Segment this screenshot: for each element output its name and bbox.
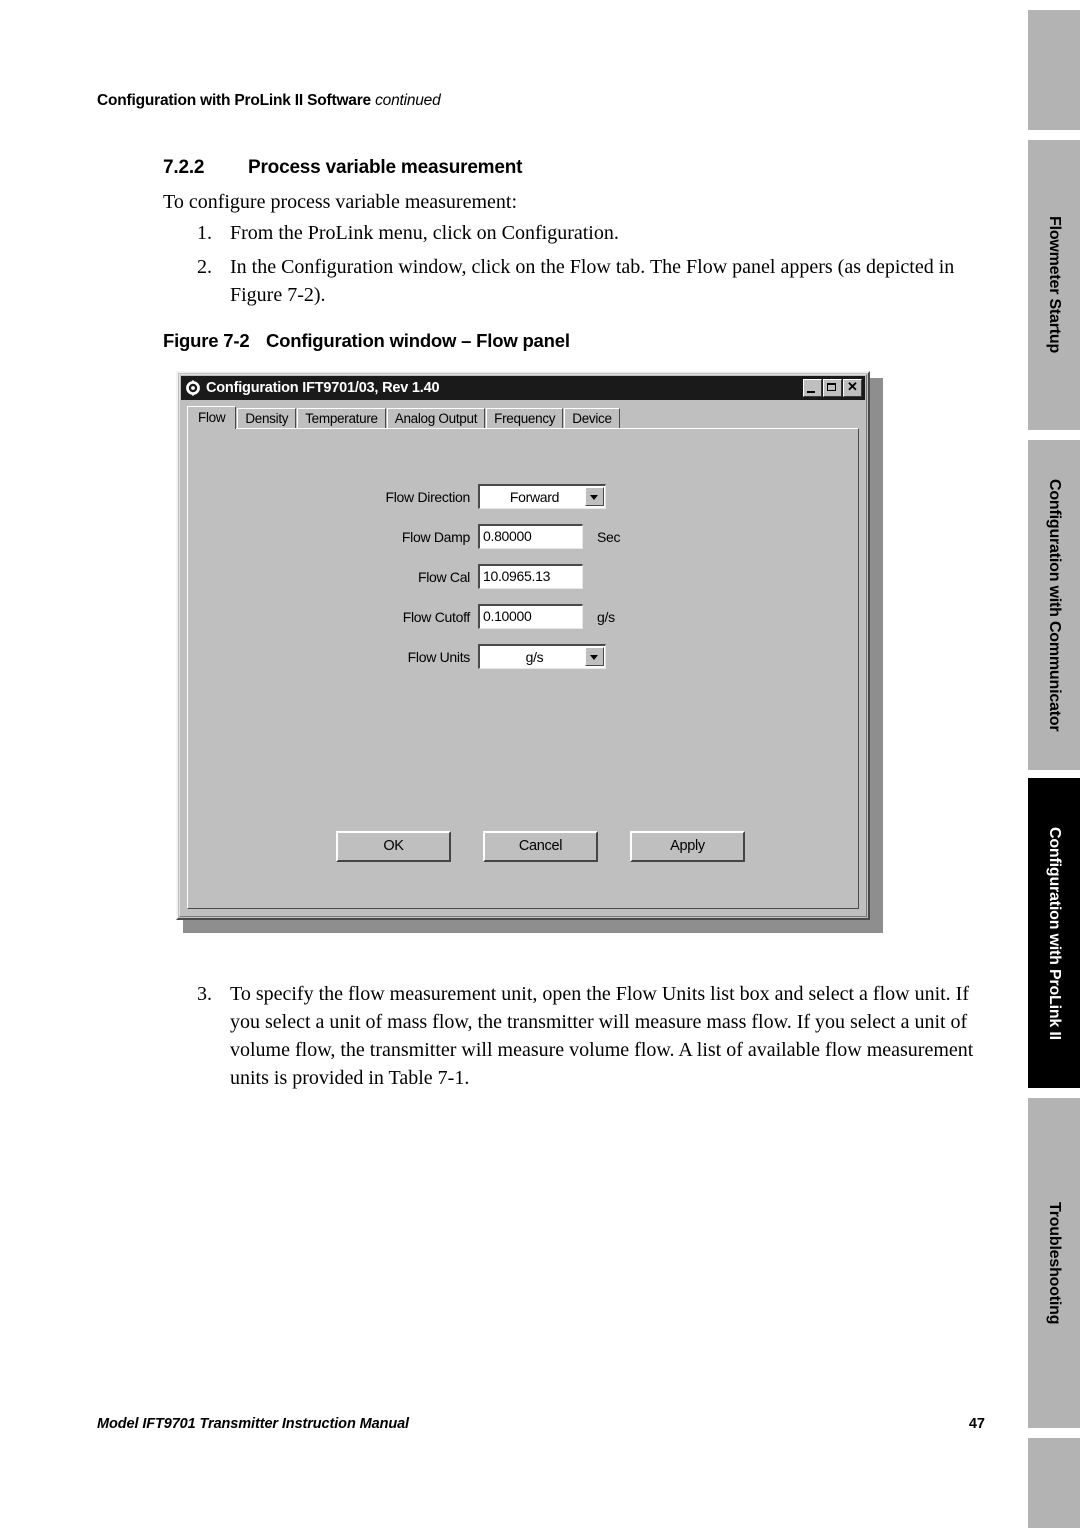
field-row-flow-direction: Flow Direction Forward: [188, 484, 858, 509]
section-lead-in: To configure process variable measuremen…: [163, 191, 518, 213]
tab-frequency[interactable]: Frequency: [486, 408, 564, 429]
flow-units-label: Flow Units: [407, 648, 471, 665]
list-item-marker: 3.: [197, 983, 212, 1005]
tab-temperature[interactable]: Temperature: [297, 408, 386, 429]
section-title: Process variable measurement: [248, 157, 523, 178]
application-icon: [185, 380, 201, 396]
flow-damp-input[interactable]: 0.80000: [478, 524, 583, 549]
chevron-down-icon[interactable]: [585, 647, 604, 666]
figure-number: Figure 7-2: [163, 330, 250, 351]
section-number: 7.2.2: [163, 157, 205, 178]
steps-list-before-figure: 1. From the ProLink menu, click on Confi…: [197, 219, 972, 315]
steps-list-after-figure: 3. To specify the flow measurement unit,…: [197, 980, 982, 1098]
apply-button[interactable]: Apply: [630, 831, 745, 862]
thumb-tab-blank-bottom: [1028, 1438, 1080, 1528]
flow-cutoff-input[interactable]: 0.10000: [478, 604, 583, 629]
flow-direction-select[interactable]: Forward: [478, 484, 606, 509]
running-head-title: Configuration with ProLink II Software: [97, 92, 371, 109]
tab-device[interactable]: Device: [564, 408, 620, 429]
field-row-flow-damp: Flow Damp 0.80000 Sec: [188, 524, 858, 549]
flow-form: Flow Direction Forward Flow Damp 0.80000…: [188, 484, 858, 684]
thumb-tab-configuration-with-prolink-ii[interactable]: Configuration with ProLink II: [1028, 778, 1080, 1088]
section-heading: 7.2.2 Process variable measurement: [163, 157, 522, 179]
close-button[interactable]: ✕: [843, 379, 862, 397]
flow-direction-label: Flow Direction: [385, 488, 471, 505]
tab-analog-output[interactable]: Analog Output: [386, 408, 486, 429]
footer-manual-title: Model IFT9701 Transmitter Instruction Ma…: [97, 1416, 409, 1432]
chevron-down-icon[interactable]: [585, 487, 604, 506]
list-item-marker: 2.: [197, 256, 212, 278]
list-item-marker: 1.: [197, 222, 212, 244]
minimize-button[interactable]: [803, 379, 822, 397]
triangle-down-glyph: [590, 655, 598, 660]
figure-caption: Figure 7-2 Configuration window – Flow pa…: [163, 330, 570, 352]
dialog-button-row: OK Cancel Apply: [336, 831, 745, 862]
dialog-title: Configuration IFT9701/03, Rev 1.40: [206, 380, 440, 396]
close-icon: ✕: [847, 379, 858, 394]
thumb-tab-label: Flowmeter Startup: [1046, 216, 1063, 354]
flow-tab-panel: Flow Direction Forward Flow Damp 0.80000…: [187, 428, 859, 909]
field-row-flow-cal: Flow Cal 10.0965.13: [188, 564, 858, 589]
maximize-icon: [827, 383, 836, 391]
dialog-titlebar[interactable]: Configuration IFT9701/03, Rev 1.40 ✕: [181, 376, 865, 400]
thumb-tab-configuration-with-communicator[interactable]: Configuration with Communicator: [1028, 440, 1080, 770]
chapter-thumb-tab-strip: Flowmeter Startup Configuration with Com…: [1028, 0, 1080, 1528]
thumb-tab-label: Configuration with ProLink II: [1046, 826, 1063, 1040]
flow-units-select[interactable]: g/s: [478, 644, 606, 669]
flow-cutoff-label: Flow Cutoff: [402, 608, 471, 625]
thumb-tab-label: Configuration with Communicator: [1046, 478, 1063, 732]
ok-button[interactable]: OK: [336, 831, 451, 862]
tab-flow[interactable]: Flow: [187, 406, 237, 429]
figure-caption-text: Configuration window – Flow panel: [266, 330, 570, 351]
flow-damp-unit: Sec: [597, 528, 621, 545]
list-item-text: In the Configuration window, click on th…: [230, 256, 955, 306]
list-item-text: To specify the flow measurement unit, op…: [230, 983, 974, 1089]
tab-density[interactable]: Density: [237, 408, 297, 429]
flow-cal-label: Flow Cal: [417, 568, 470, 585]
maximize-button[interactable]: [823, 379, 842, 397]
triangle-down-glyph: [590, 495, 598, 500]
configuration-dialog: Configuration IFT9701/03, Rev 1.40 ✕ Flo…: [176, 371, 870, 920]
thumb-tab-blank-top: [1028, 10, 1080, 130]
list-item-text: From the ProLink menu, click on Configur…: [230, 222, 619, 244]
field-row-flow-units: Flow Units g/s: [188, 644, 858, 669]
list-item: 1. From the ProLink menu, click on Confi…: [197, 219, 972, 247]
thumb-tab-flowmeter-startup[interactable]: Flowmeter Startup: [1028, 140, 1080, 430]
running-head: Configuration with ProLink II Software c…: [97, 92, 441, 110]
thumb-tab-label: Troubleshooting: [1046, 1201, 1063, 1325]
field-row-flow-cutoff: Flow Cutoff 0.10000 g/s: [188, 604, 858, 629]
figure-image-configuration-window: Configuration IFT9701/03, Rev 1.40 ✕ Flo…: [176, 371, 883, 933]
dialog-tabstrip: Flow Density Temperature Analog Output F…: [187, 406, 859, 429]
running-head-continued: continued: [375, 92, 441, 109]
flow-damp-label: Flow Damp: [401, 528, 470, 545]
flow-cutoff-unit: g/s: [597, 608, 615, 625]
window-controls: ✕: [803, 379, 863, 397]
cancel-button[interactable]: Cancel: [483, 831, 598, 862]
minimize-icon: [807, 391, 815, 393]
thumb-tab-troubleshooting[interactable]: Troubleshooting: [1028, 1098, 1080, 1428]
page-content-column: Configuration with ProLink II Software c…: [0, 0, 1010, 1528]
flow-cal-input[interactable]: 10.0965.13: [478, 564, 583, 589]
list-item: 2. In the Configuration window, click on…: [197, 253, 972, 309]
footer-page-number: 47: [968, 1416, 985, 1432]
list-item: 3. To specify the flow measurement unit,…: [197, 980, 982, 1092]
